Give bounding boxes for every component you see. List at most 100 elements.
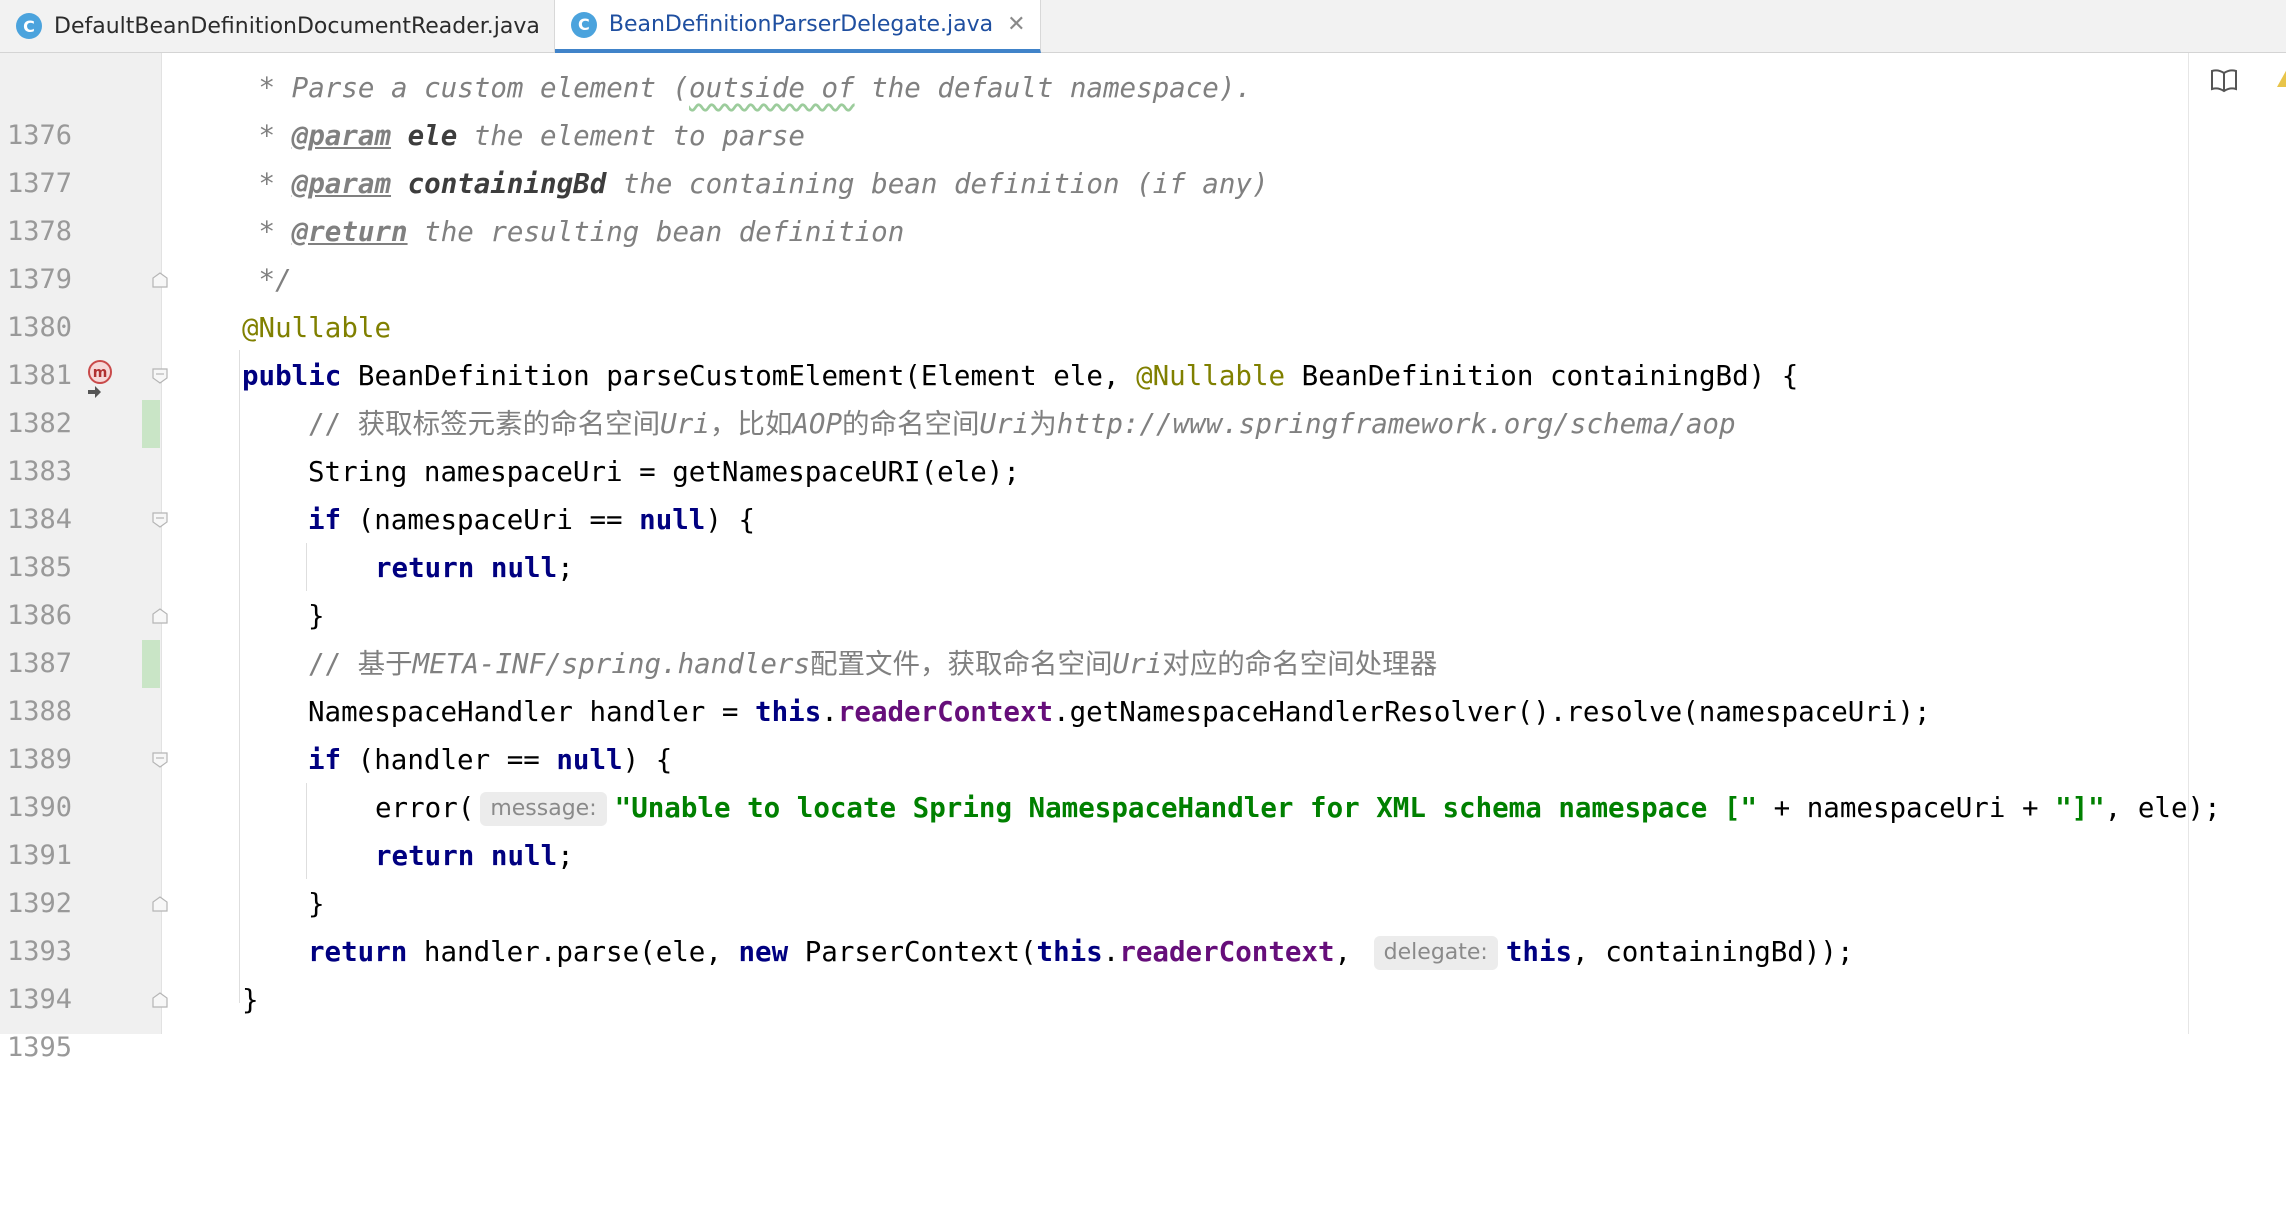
comment-text: AOP: [792, 408, 843, 440]
warning-marker-icon[interactable]: [2277, 67, 2286, 87]
code-text: .: [1102, 936, 1120, 968]
code-line: 1384 String namespaceUri = getNamespaceU…: [0, 448, 2188, 535]
fold-end-icon[interactable]: [152, 272, 168, 288]
code-text: ;: [557, 552, 574, 584]
comment-text: ，比如: [709, 408, 793, 440]
keyword: this: [755, 696, 822, 728]
fold-end-icon[interactable]: [152, 896, 168, 912]
code-line: 1386 return null;: [0, 544, 2188, 631]
keyword: return: [375, 840, 475, 872]
comment-text: * Parse a custom element (: [242, 72, 690, 104]
reader-mode-icon[interactable]: [2209, 65, 2239, 95]
vcs-change-marker[interactable]: [142, 400, 160, 448]
close-tab-icon[interactable]: ✕: [1007, 12, 1025, 37]
comment-text: the containing bean definition (if any): [606, 168, 1269, 200]
comment-text: the element to parse: [457, 120, 805, 152]
comment-text: Uri: [1112, 648, 1163, 680]
comment-text: Uri: [979, 408, 1030, 440]
code-text: , ele);: [2104, 792, 2221, 824]
code-editor[interactable]: 1376 * Parse a custom element (outside o…: [0, 53, 2286, 1063]
comment-text: META-INF/spring.handlers: [412, 648, 811, 680]
editor-right-strip: [2188, 53, 2286, 1034]
tab-default-bean-definition-document-reader[interactable]: C DefaultBeanDefinitionDocumentReader.ja…: [0, 0, 555, 52]
comment-text: the resulting bean definition: [407, 216, 905, 248]
code-line: 1389 NamespaceHandler handler = this.rea…: [0, 688, 2188, 775]
comment-text: the default namespace).: [854, 72, 1252, 104]
field-reference[interactable]: readerContext: [838, 696, 1053, 728]
string-literal: "]": [2055, 792, 2105, 824]
code-line: 1378 * @param containingBd the containin…: [0, 160, 2188, 247]
comment-text: Uri: [660, 408, 710, 440]
code-text: BeanDefinition containingBd) {: [1285, 360, 1799, 392]
comment-text: // 基于: [308, 648, 413, 680]
keyword: if: [308, 504, 342, 536]
tab-bean-definition-parser-delegate[interactable]: C BeanDefinitionParserDelegate.java ✕: [554, 0, 1041, 53]
code-text: }: [308, 600, 325, 632]
tab-label: DefaultBeanDefinitionDocumentReader.java: [54, 13, 540, 39]
keyword: public: [242, 360, 342, 392]
code-text: BeanDefinition parseCustomElement(Elemen…: [341, 360, 1137, 392]
code-text: }: [242, 984, 259, 1016]
line-number: 1395: [6, 1032, 72, 1063]
keyword: if: [308, 744, 342, 776]
code-line: 1387 }: [0, 592, 2188, 679]
code-line: 1379 * @return the resulting bean defini…: [0, 208, 2188, 295]
code-line: 1377 * @param ele the element to parse: [0, 112, 2188, 199]
vcs-change-marker[interactable]: [142, 640, 160, 688]
parameter-hint: message:: [480, 792, 607, 826]
annotation[interactable]: @Nullable: [242, 312, 391, 344]
parameter-hint: delegate:: [1373, 936, 1498, 970]
keyword: return: [308, 936, 408, 968]
fold-end-icon[interactable]: [152, 608, 168, 624]
code-text: ) {: [705, 504, 756, 536]
javadoc-param-name: containingBd: [407, 168, 607, 200]
field-reference[interactable]: readerContext: [1119, 936, 1334, 968]
comment-text: */: [242, 264, 292, 296]
code-text: ,: [1334, 936, 1368, 968]
keyword: null: [490, 840, 558, 872]
java-class-icon: C: [570, 11, 597, 38]
comment-text: *: [242, 168, 292, 200]
keyword: this: [1505, 936, 1573, 968]
code-line: 1393 }: [0, 880, 2188, 967]
code-line: 1383 // 获取标签元素的命名空间Uri，比如AOP的命名空间Uri为htt…: [0, 400, 2188, 487]
fold-start-icon[interactable]: [152, 752, 168, 768]
code-text: error(: [375, 792, 475, 824]
annotation[interactable]: @Nullable: [1136, 360, 1285, 392]
keyword: null: [639, 504, 706, 536]
code-line: 1385 if (namespaceUri == null) {: [0, 496, 2188, 583]
method-override-icon[interactable]: m: [86, 360, 114, 398]
comment-text: *: [242, 120, 292, 152]
code-line: 1381 @Nullable: [0, 304, 2188, 391]
code-text: .: [821, 696, 838, 728]
code-line: 1394 return handler.parse(ele, new Parse…: [0, 928, 2188, 1015]
fold-end-icon[interactable]: [152, 992, 168, 1008]
code-line: 1380 */: [0, 256, 2188, 343]
comment-text: 的命名空间: [842, 408, 980, 440]
code-line: 1395 }: [0, 976, 2188, 1063]
code-text: NamespaceHandler handler =: [308, 696, 756, 728]
comment-text: 为: [1029, 408, 1057, 440]
javadoc-tag[interactable]: @param: [292, 168, 391, 200]
code-text: (namespaceUri ==: [341, 504, 640, 536]
keyword: null: [490, 552, 558, 584]
code-line: 1388 // 基于META-INF/spring.handlers配置文件，获…: [0, 640, 2188, 727]
tab-label: BeanDefinitionParserDelegate.java: [608, 12, 994, 37]
javadoc-tag[interactable]: @return: [292, 216, 408, 248]
code-line: 1391 error(message: "Unable to locate Spr…: [0, 784, 2221, 871]
code-text: .getNamespaceHandlerResolver().resolve(n…: [1053, 696, 1931, 728]
java-class-icon: C: [16, 13, 42, 39]
code-text: ;: [557, 840, 574, 872]
code-text: + namespaceUri +: [1757, 792, 2056, 824]
code-text: handler.parse(ele,: [407, 936, 739, 968]
javadoc-tag[interactable]: @param: [292, 120, 391, 152]
comment-text: 对应的命名空间处理器: [1162, 648, 1438, 680]
code-text: (handler ==: [341, 744, 557, 776]
code-text: ) {: [622, 744, 673, 776]
fold-start-icon[interactable]: [152, 368, 168, 384]
code-text: , containingBd));: [1572, 936, 1854, 968]
fold-start-icon[interactable]: [152, 512, 168, 528]
code-line: 1390 if (handler == null) {: [0, 736, 2188, 823]
